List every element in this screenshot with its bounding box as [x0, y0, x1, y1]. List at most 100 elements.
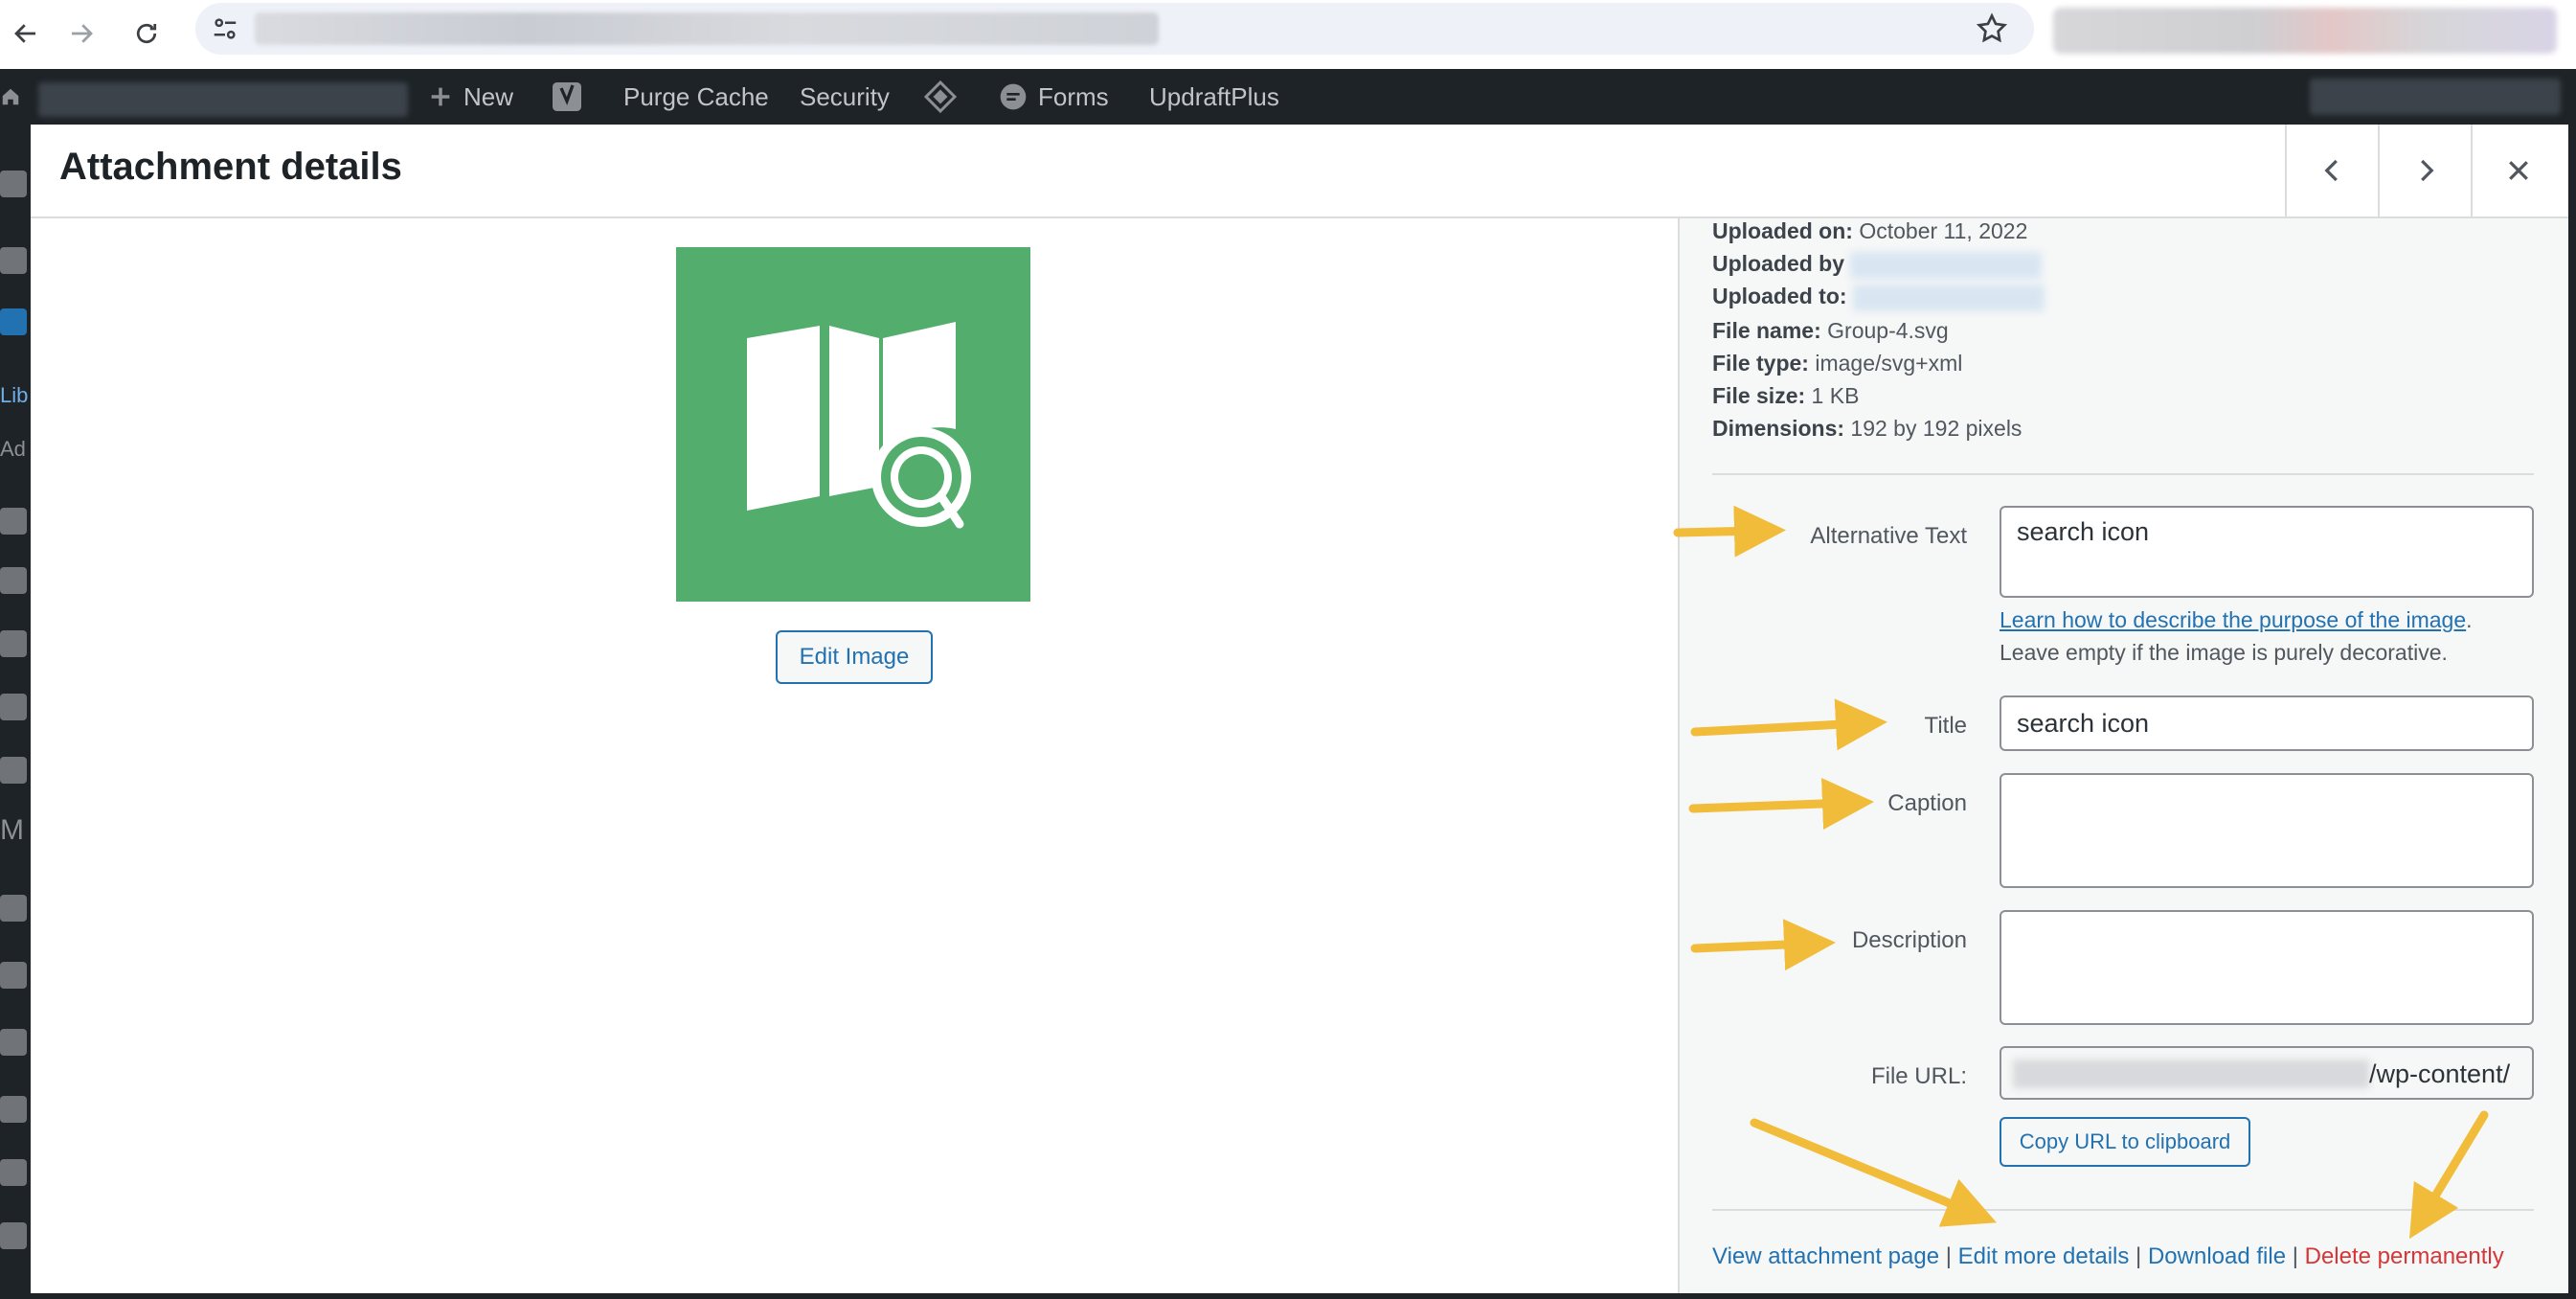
home-icon[interactable] [0, 86, 21, 107]
calendar-icon[interactable] [0, 757, 27, 784]
file-url-field[interactable]: /wp-content/ [2000, 1046, 2534, 1100]
menu-m-label[interactable]: M [0, 814, 24, 847]
alt-text-help: Learn how to describe the purpose of the… [2000, 604, 2473, 669]
file-url-label: File URL: [1870, 1063, 1967, 1089]
site-settings-icon[interactable] [211, 14, 239, 43]
title-label: Title [1924, 713, 1967, 739]
file-type-row: File type: image/svg+xml [1712, 351, 1962, 376]
star-icon[interactable] [1975, 11, 2009, 46]
posts-icon[interactable] [0, 247, 27, 274]
attachment-actions: View attachment page | Edit more details… [1712, 1243, 2504, 1270]
chevron-left-icon [2324, 159, 2338, 182]
edit-more-details-link[interactable]: Edit more details [1958, 1243, 2130, 1269]
forward-arrow-icon[interactable] [57, 10, 105, 57]
uploaded-to-redacted[interactable] [1852, 284, 2045, 311]
next-button[interactable] [2378, 125, 2472, 216]
description-label: Description [1851, 927, 1967, 953]
uploaded-to-label: Uploaded to: [1712, 284, 1847, 308]
delete-permanently-link[interactable]: Delete permanently [2305, 1243, 2504, 1269]
map-search-icon [747, 322, 971, 529]
close-icon [2509, 161, 2528, 180]
updraftplus-label: UpdraftPlus [1149, 81, 1279, 111]
uploaded-by-label: Uploaded by [1712, 251, 1845, 276]
plugins-icon[interactable] [0, 962, 27, 989]
user-icon[interactable] [0, 1029, 27, 1056]
description-field[interactable] [2000, 910, 2534, 1025]
media-icon[interactable] [0, 308, 27, 335]
caption-label: Caption [1887, 790, 1967, 816]
reload-icon[interactable] [123, 10, 170, 57]
yoast-logo-icon [553, 82, 581, 111]
admin-bar-purge-cache[interactable]: Purge Cache [623, 69, 769, 125]
comments-icon[interactable] [0, 508, 27, 535]
file-name-label: File name: [1712, 318, 1821, 343]
file-type-label: File type: [1712, 351, 1809, 376]
separator: | [2292, 1243, 2298, 1269]
back-arrow-icon[interactable] [2, 10, 50, 57]
account-menu-redacted[interactable] [2310, 79, 2561, 115]
edit-image-button[interactable]: Edit Image [776, 630, 933, 684]
forms-label: Forms [1038, 81, 1109, 111]
media-preview-pane: Edit Image [31, 218, 1678, 1293]
menu-add-label[interactable]: Ad [0, 437, 26, 462]
alt-text-help-text: Leave empty if the image is purely decor… [2000, 640, 2448, 665]
settings-icon[interactable] [0, 1159, 27, 1186]
browser-profile-redacted [2053, 8, 2557, 54]
file-url-redacted [2013, 1060, 2369, 1088]
title-field[interactable] [2000, 695, 2534, 751]
file-size-label: File size: [1712, 383, 1806, 408]
uploaded-to-row: Uploaded to: [1712, 284, 2045, 311]
diamond-icon[interactable] [923, 69, 967, 125]
yoast-icon[interactable] [550, 69, 594, 125]
caption-field[interactable] [2000, 773, 2534, 888]
uploaded-on-value: October 11, 2022 [1859, 218, 2028, 243]
tools-icon[interactable] [0, 1096, 27, 1123]
address-bar[interactable] [195, 3, 2034, 55]
alt-text-label: Alternative Text [1810, 523, 1967, 549]
site-name-redacted[interactable] [38, 82, 408, 117]
admin-bar-new[interactable]: New [427, 69, 513, 125]
admin-bar-forms[interactable]: Forms [998, 69, 1109, 125]
dashboard-icon[interactable] [0, 171, 27, 197]
file-name-row: File name: Group-4.svg [1712, 318, 1949, 344]
previous-button[interactable] [2285, 125, 2379, 216]
dimensions-value: 192 by 192 pixels [1850, 416, 2022, 441]
table-icon[interactable] [0, 1222, 27, 1249]
purge-cache-label: Purge Cache [623, 81, 769, 111]
appearance-icon[interactable] [0, 895, 27, 922]
forms-icon [1000, 83, 1027, 110]
pages-icon[interactable] [0, 567, 27, 594]
alt-text-help-link[interactable]: Learn how to describe the purpose of the… [2000, 607, 2466, 632]
users-group-icon[interactable] [0, 694, 27, 720]
view-attachment-link[interactable]: View attachment page [1712, 1243, 1939, 1269]
edit-icon[interactable] [0, 630, 27, 657]
actions-divider [1712, 1209, 2534, 1211]
uploaded-by-row: Uploaded by [1712, 251, 2043, 279]
file-type-value: image/svg+xml [1815, 351, 1963, 376]
admin-bar-updraftplus[interactable]: UpdraftPlus [1149, 69, 1279, 125]
plus-icon [431, 87, 450, 106]
page-title: Attachment details [59, 146, 402, 188]
file-name-value: Group-4.svg [1827, 318, 1949, 343]
dimensions-label: Dimensions: [1712, 416, 1845, 441]
close-button[interactable] [2471, 125, 2565, 216]
admin-bar-security[interactable]: Security [800, 69, 890, 125]
admin-bar-new-label: New [463, 81, 514, 111]
modal-header: Attachment details [31, 125, 2568, 218]
browser-toolbar [0, 0, 2576, 69]
wp-admin-bar: New Purge Cache Security Forms UpdraftPl… [0, 69, 2576, 125]
download-file-link[interactable]: Download file [2148, 1243, 2286, 1269]
uploaded-by-redacted[interactable] [1850, 251, 2043, 279]
copy-url-button[interactable]: Copy URL to clipboard [2000, 1117, 2250, 1167]
attachment-preview [676, 247, 1030, 602]
file-size-value: 1 KB [1811, 383, 1860, 408]
attachment-details-modal: Attachment details Edit Image Uploaded o… [31, 125, 2568, 1293]
attachment-info-sidebar: Uploaded on: October 11, 2022 Uploaded b… [1678, 218, 2568, 1293]
uploaded-on-label: Uploaded on: [1712, 218, 1853, 243]
menu-library-label[interactable]: Lib [0, 383, 28, 408]
alt-text-field[interactable]: search icon [2000, 506, 2534, 598]
file-url-value: /wp-content/ [2369, 1060, 2511, 1088]
diamond-logo-icon [923, 80, 958, 114]
separator: | [2135, 1243, 2142, 1269]
separator: | [1945, 1243, 1952, 1269]
